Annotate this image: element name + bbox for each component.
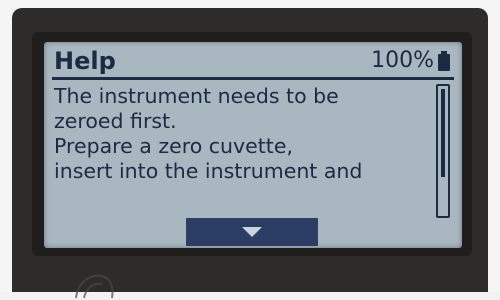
scrollbar-thumb[interactable]: [441, 89, 445, 177]
title-divider: [52, 77, 454, 80]
message-line: zeroed first.: [54, 109, 177, 133]
brand-logo-icon: [75, 274, 114, 299]
help-message: The instrument needs to be zeroed first.…: [54, 84, 424, 184]
scrollbar[interactable]: [436, 84, 450, 218]
message-line: The instrument needs to be: [54, 84, 339, 108]
scroll-down-button[interactable]: [186, 218, 318, 246]
lcd-screen: Help 100% The instrument needs to be zer…: [44, 42, 462, 248]
photo-frame: Help 100% The instrument needs to be zer…: [0, 0, 500, 299]
triangle-down-icon: [242, 227, 262, 237]
screen-title: Help: [54, 47, 116, 75]
message-line: Prepare a zero cuvette,: [54, 134, 293, 158]
title-bar: Help 100%: [54, 46, 452, 76]
message-line: insert into the instrument and: [54, 159, 363, 183]
battery-full-icon: [438, 51, 450, 71]
battery-percentage: 100%: [371, 48, 434, 73]
